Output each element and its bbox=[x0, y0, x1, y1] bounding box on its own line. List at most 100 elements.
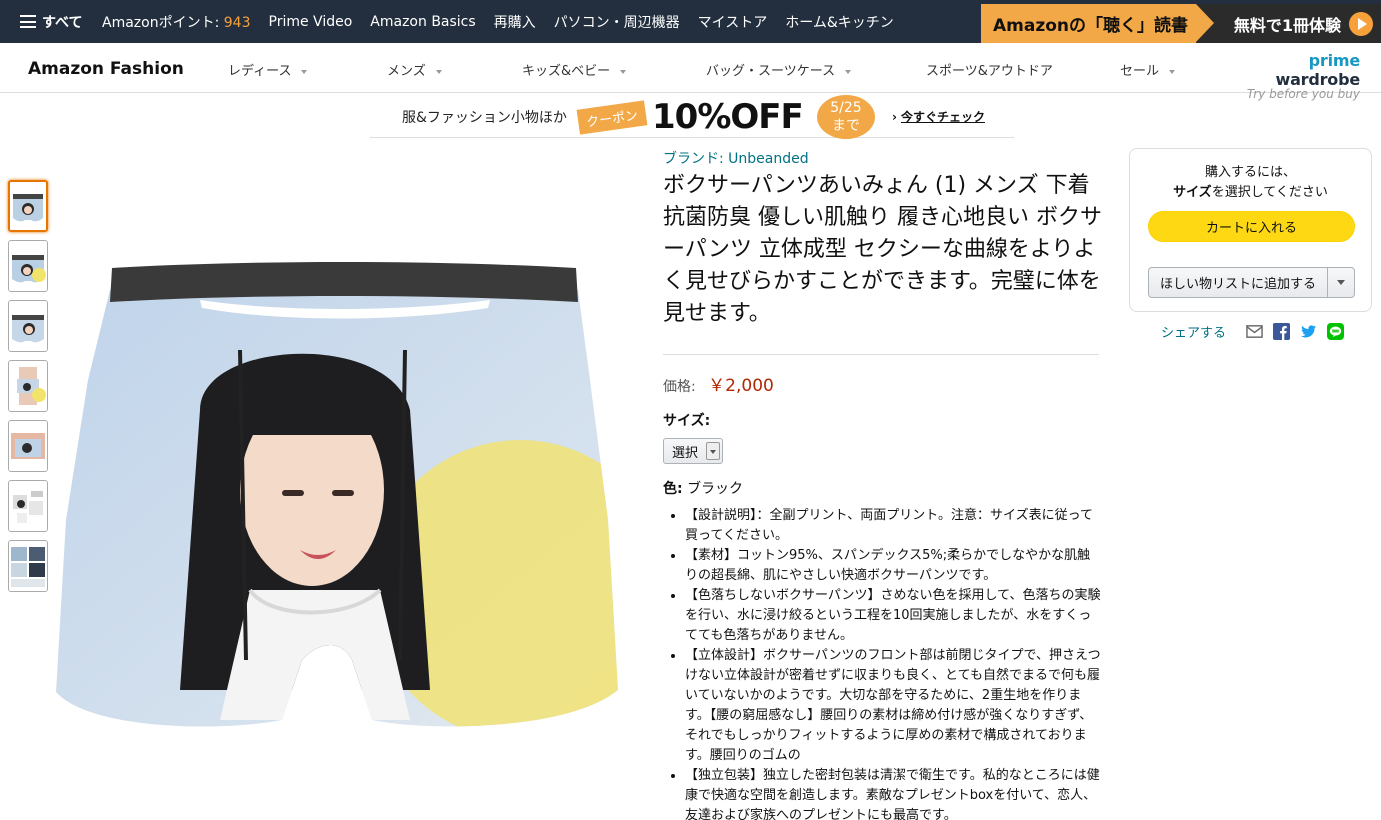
banner-label: 服&ファッション小物ほか bbox=[402, 110, 567, 126]
top-nav: すべて Amazonポイント: 943 Prime Video Amazon B… bbox=[0, 0, 1381, 43]
divider bbox=[663, 354, 1099, 355]
category-sale[interactable]: セール bbox=[1120, 60, 1176, 79]
date-badge: 5/25 まで bbox=[817, 95, 875, 139]
product-details: ブランド: Unbeanded ボクサーパンツあいみょん (1) メンズ 下着 … bbox=[663, 148, 1103, 820]
prime-wardrobe-word-prime: prime bbox=[1308, 51, 1361, 70]
twitter-icon[interactable] bbox=[1300, 323, 1317, 340]
prime-wardrobe-logo[interactable]: prime wardrobe Try before you buy bbox=[1230, 51, 1360, 101]
buy-msg-line2: サイズを選択してください bbox=[1130, 183, 1371, 203]
category-label: セール bbox=[1120, 64, 1160, 79]
color-row: 色: ブラック bbox=[663, 478, 1103, 498]
thumbnail-4[interactable] bbox=[8, 360, 48, 412]
chevron-down-icon bbox=[435, 69, 442, 74]
amazon-fashion-logo[interactable]: Amazon Fashion bbox=[28, 59, 184, 79]
play-icon bbox=[1349, 11, 1373, 36]
category-label: キッズ&ベビー bbox=[522, 64, 611, 79]
category-sports[interactable]: スポーツ&アウトドア bbox=[926, 60, 1053, 79]
coupon-tag: クーポン bbox=[576, 100, 648, 135]
category-mens[interactable]: メンズ bbox=[387, 60, 442, 79]
check-now-link[interactable]: 今すぐチェック bbox=[892, 108, 985, 125]
add-to-cart-button[interactable]: カートに入れる bbox=[1148, 211, 1355, 242]
product-title: ボクサーパンツあいみょん (1) メンズ 下着 抗菌防臭 優しい肌触り 履き心地… bbox=[663, 173, 1102, 326]
share-row: シェアする bbox=[1161, 322, 1345, 341]
size-select[interactable]: 選択 bbox=[663, 438, 723, 464]
brand-link[interactable]: ブランド: Unbeanded bbox=[663, 148, 1103, 168]
chevron-down-icon bbox=[1169, 69, 1176, 74]
thumbnail-image bbox=[9, 481, 47, 531]
price-row: 価格: ￥2,000 bbox=[663, 371, 1103, 396]
date-badge-date: 5/25 bbox=[830, 100, 862, 116]
thumbnail-6[interactable] bbox=[8, 480, 48, 532]
buy-box-message: 購入するには、 サイズを選択してください bbox=[1130, 163, 1371, 203]
promo-right-text: 無料で1冊体験 bbox=[1233, 15, 1341, 35]
category-kids-baby[interactable]: キッズ&ベビー bbox=[522, 60, 627, 79]
thumbnail-5[interactable] bbox=[8, 420, 48, 472]
discount-text: 10%OFF bbox=[652, 97, 804, 137]
points-link[interactable]: Amazonポイント: 943 bbox=[102, 12, 251, 32]
size-select-value: 選択 bbox=[672, 445, 699, 461]
color-value: ブラック bbox=[687, 481, 744, 497]
feature-bullets: 【設計説明】：全副プリント、両面プリント。注意：サイズ表に従って買ってください。… bbox=[663, 506, 1101, 820]
buy-msg-emphasis: サイズ bbox=[1173, 185, 1212, 200]
points-value: 943 bbox=[223, 14, 251, 31]
nav-link-my-store[interactable]: マイストア bbox=[698, 12, 768, 32]
thumbnail-1[interactable] bbox=[8, 180, 48, 232]
category-label: レディース bbox=[228, 64, 292, 79]
hamburger-icon bbox=[20, 15, 36, 28]
date-badge-suffix: まで bbox=[832, 118, 860, 134]
buy-msg-line1: 購入するには、 bbox=[1204, 165, 1296, 180]
thumbnail-2[interactable] bbox=[8, 240, 48, 292]
category-label: バッグ・スーツケース bbox=[706, 64, 836, 79]
prime-wardrobe-tagline: Try before you buy bbox=[1246, 87, 1360, 101]
buy-msg-rest: を選択してください bbox=[1211, 185, 1328, 200]
feature-bullet: 【設計説明】：全副プリント、両面プリント。注意：サイズ表に従って買ってください。 bbox=[685, 506, 1101, 546]
feature-bullet: 【立体設計】ボクサーパンツのフロント部は前閉じタイプで、押さえつけない立体設計が… bbox=[685, 646, 1101, 766]
audible-promo-banner[interactable]: Amazonの「聴く」読書 無料で1冊体験 bbox=[981, 4, 1381, 43]
feature-bullet: 【色落ちしないボクサーパンツ】さめない色を採用して、色落ちの実験を行い、水に浸け… bbox=[685, 586, 1101, 646]
thumbnail-image bbox=[9, 241, 47, 291]
coupon-banner[interactable]: 服&ファッション小物ほか クーポン 10%OFF 5/25 まで 今すぐチェック bbox=[370, 93, 1014, 139]
category-ladies[interactable]: レディース bbox=[228, 60, 308, 79]
chevron-down-icon bbox=[845, 69, 852, 74]
thumbnail-list bbox=[8, 180, 48, 600]
nav-link-prime-video[interactable]: Prime Video bbox=[269, 14, 353, 30]
fashion-subnav: Amazon Fashion レディース メンズ キッズ&ベビー バッグ・スーツ… bbox=[0, 43, 1381, 101]
thumbnail-image bbox=[10, 182, 46, 230]
facebook-icon[interactable] bbox=[1273, 323, 1291, 340]
thumbnail-3[interactable] bbox=[8, 300, 48, 352]
feature-bullet: 【独立包装】独立した密封包装は清潔で衛生です。私的なところには健康で快適な空間を… bbox=[685, 766, 1101, 820]
promo-left-text: Amazonの「聴く」読書 bbox=[981, 4, 1214, 43]
email-icon[interactable] bbox=[1246, 323, 1263, 340]
thumbnail-image bbox=[9, 541, 47, 591]
category-label: スポーツ&アウトドア bbox=[926, 64, 1053, 79]
nav-link-home-kitchen[interactable]: ホーム&キッチン bbox=[785, 12, 894, 32]
thumbnail-image bbox=[9, 421, 47, 471]
all-menu-label: すべて bbox=[42, 14, 83, 31]
points-label: Amazonポイント: bbox=[102, 14, 220, 31]
chevron-down-icon bbox=[706, 442, 720, 460]
add-to-wishlist-button[interactable]: ほしい物リストに追加する bbox=[1149, 268, 1328, 297]
product-photo bbox=[56, 262, 618, 727]
nav-link-computers[interactable]: パソコン・周辺機器 bbox=[554, 12, 680, 32]
chevron-down-icon bbox=[620, 69, 627, 74]
share-label[interactable]: シェアする bbox=[1161, 322, 1226, 341]
chevron-down-icon bbox=[301, 69, 308, 74]
wishlist-dropdown-button[interactable] bbox=[1328, 268, 1354, 297]
main-product-image[interactable] bbox=[50, 260, 625, 740]
nav-link-amazon-basics[interactable]: Amazon Basics bbox=[370, 14, 475, 30]
wishlist-control: ほしい物リストに追加する bbox=[1148, 267, 1355, 298]
nav-link-rebuy[interactable]: 再購入 bbox=[494, 12, 536, 32]
feature-bullet: 【素材】コットン95%、スパンデックス5%;柔らかでしなやかな肌触りの超長綿、肌… bbox=[685, 546, 1101, 586]
price-label: 価格: bbox=[663, 379, 696, 395]
all-menu-button[interactable]: すべて bbox=[0, 12, 100, 32]
buy-box: 購入するには、 サイズを選択してください カートに入れる ほしい物リストに追加す… bbox=[1129, 148, 1372, 312]
thumbnail-image bbox=[9, 361, 47, 411]
price-value: ￥2,000 bbox=[708, 376, 774, 396]
line-icon[interactable] bbox=[1327, 323, 1345, 340]
thumbnail-7[interactable] bbox=[8, 540, 48, 592]
color-label: 色: bbox=[663, 481, 683, 497]
category-label: メンズ bbox=[387, 64, 426, 79]
category-bags[interactable]: バッグ・スーツケース bbox=[706, 60, 852, 79]
size-label: サイズ: bbox=[663, 413, 711, 429]
promo-right: 無料で1冊体験 bbox=[1196, 4, 1381, 43]
